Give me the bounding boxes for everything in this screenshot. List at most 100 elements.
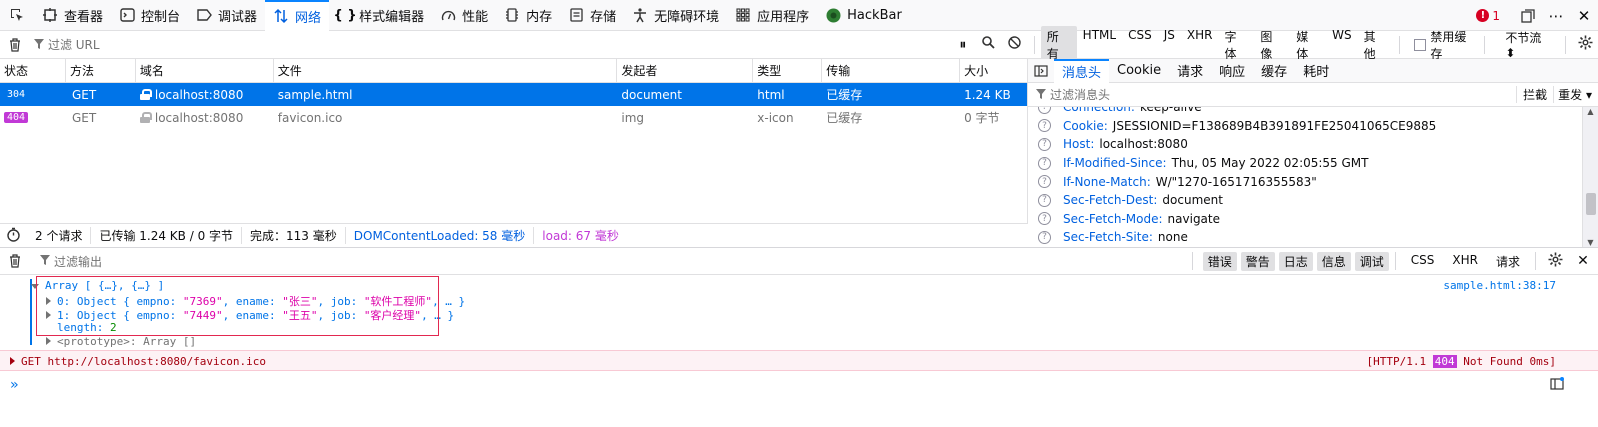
- header-row[interactable]: ? Host: localhost:8080: [1028, 135, 1580, 154]
- block-requests-icon[interactable]: [1002, 36, 1028, 53]
- clear-requests-icon[interactable]: [0, 37, 30, 52]
- http-prefix: [HTTP/1.1: [1366, 355, 1433, 368]
- tab-response[interactable]: 响应: [1211, 59, 1253, 83]
- request-row[interactable]: 304 GET localhost:8080 sample.html docum…: [0, 83, 1027, 106]
- help-icon[interactable]: ?: [1038, 107, 1051, 114]
- size-cell: 1.24 KB: [964, 87, 1011, 102]
- request-row[interactable]: 404 GET localhost:8080 favicon.ico img x…: [0, 106, 1027, 129]
- column-size[interactable]: 大小: [960, 59, 1027, 82]
- help-icon[interactable]: ?: [1038, 137, 1051, 151]
- column-initiator[interactable]: 发起者: [617, 59, 754, 82]
- editor-mode-icon[interactable]: [1550, 377, 1564, 394]
- log-level-button[interactable]: 错误: [1202, 251, 1237, 271]
- network-error-row[interactable]: GET http://localhost:8080/favicon.ico [H…: [0, 350, 1598, 371]
- console-filter-input[interactable]: 过滤输出: [30, 253, 1186, 270]
- header-row[interactable]: ? Sec-Fetch-Mode: navigate: [1028, 210, 1580, 229]
- tab-inspector[interactable]: 查看器: [34, 0, 111, 31]
- column-domain[interactable]: 域名: [136, 59, 274, 82]
- pause-icon[interactable]: ⏸: [950, 37, 976, 53]
- header-value: Thu, 05 May 2022 02:05:55 GMT: [1171, 156, 1369, 171]
- tab-console[interactable]: 控制台: [111, 0, 188, 31]
- throttle-select[interactable]: 不节流 ⬍: [1505, 29, 1555, 60]
- divider: [1033, 35, 1035, 54]
- column-file[interactable]: 文件: [274, 59, 618, 82]
- type-filter-button[interactable]: 其他: [1358, 26, 1394, 64]
- column-transfer[interactable]: 传输: [822, 59, 961, 82]
- request-list: 状态 方法 域名 文件 发起者 类型 传输 大小 304 GET localho…: [0, 59, 1028, 247]
- header-row[interactable]: ? Cookie: JSESSIONID=F138689B4B391891FE250…: [1028, 117, 1580, 136]
- block-button[interactable]: 拦截: [1516, 86, 1553, 103]
- tab-accessibility[interactable]: 无障碍环境: [624, 0, 727, 31]
- expand-arrow-icon[interactable]: [10, 357, 15, 365]
- http-suffix: Not Found 0ms]: [1456, 355, 1556, 368]
- array-prototype[interactable]: <prototype>: Array []: [46, 335, 196, 348]
- tab-style-editor[interactable]: { } 样式编辑器: [329, 0, 432, 31]
- scroll-down-icon[interactable]: ▼: [1583, 238, 1598, 247]
- clear-console-icon[interactable]: [0, 254, 30, 268]
- log-level-button[interactable]: 警告: [1240, 251, 1275, 271]
- tab-memory[interactable]: 内存: [496, 0, 560, 31]
- header-row[interactable]: ? If-None-Match: W/"1270-1651716355583": [1028, 172, 1580, 191]
- search-icon[interactable]: [976, 36, 1002, 53]
- method-cell: GET: [71, 110, 97, 125]
- tab-storage[interactable]: 存储: [560, 0, 624, 31]
- tab-debugger[interactable]: 调试器: [188, 0, 265, 31]
- console-filter-placeholder: 过滤输出: [54, 254, 103, 269]
- more-options-icon[interactable]: ⋯: [1542, 0, 1570, 31]
- header-row[interactable]: ? Sec-Fetch-Site: none: [1028, 228, 1580, 247]
- resend-button[interactable]: 重发 ▾: [1553, 86, 1598, 103]
- accessibility-icon: [632, 7, 648, 23]
- log-level-button[interactable]: 调试: [1354, 251, 1389, 271]
- url-filter-input[interactable]: 过滤 URL: [30, 36, 950, 53]
- column-method[interactable]: 方法: [66, 59, 136, 82]
- help-icon[interactable]: ?: [1038, 230, 1051, 244]
- header-name: Host:: [1063, 137, 1095, 152]
- header-row[interactable]: ? If-Modified-Since: Thu, 05 May 2022 02:0…: [1028, 154, 1580, 173]
- help-icon[interactable]: ?: [1038, 156, 1051, 170]
- column-status[interactable]: 状态: [0, 59, 66, 82]
- source-link[interactable]: sample.html:38:17: [1443, 279, 1556, 292]
- scroll-thumb[interactable]: [1586, 193, 1596, 215]
- close-console-icon[interactable]: ✕: [1568, 253, 1598, 269]
- toggle-sidebar-icon[interactable]: [1028, 59, 1054, 83]
- header-name: If-None-Match:: [1063, 174, 1151, 189]
- tab-network[interactable]: 网络: [265, 0, 330, 31]
- help-icon[interactable]: ?: [1038, 175, 1051, 189]
- dock-toggle-icon[interactable]: [1514, 0, 1542, 31]
- tab-request[interactable]: 请求: [1169, 59, 1211, 83]
- console-extra-filter-button[interactable]: XHR: [1447, 252, 1483, 271]
- expand-arrow-icon[interactable]: [46, 337, 51, 345]
- tab-cookie[interactable]: Cookie: [1109, 59, 1169, 83]
- help-icon[interactable]: ?: [1038, 119, 1051, 133]
- tab-headers[interactable]: 消息头: [1054, 58, 1110, 83]
- headers-scrollbar[interactable]: ▲ ▼: [1582, 107, 1598, 247]
- console-extra-filter-button[interactable]: 请求: [1491, 252, 1525, 271]
- header-name: Sec-Fetch-Dest:: [1063, 193, 1158, 208]
- help-icon[interactable]: ?: [1038, 212, 1051, 226]
- disable-cache-checkbox[interactable]: 禁用缓存: [1414, 28, 1478, 62]
- help-icon[interactable]: ?: [1038, 193, 1051, 207]
- checkbox-box[interactable]: [1414, 38, 1427, 51]
- log-level-button[interactable]: 日志: [1278, 251, 1313, 271]
- stopwatch-icon[interactable]: [0, 227, 27, 245]
- close-icon[interactable]: ✕: [1570, 0, 1598, 31]
- column-type[interactable]: 类型: [753, 59, 823, 82]
- console-input[interactable]: »: [0, 373, 1598, 397]
- transfer-cell: 已缓存: [826, 111, 863, 125]
- console-extra-filter-button[interactable]: CSS: [1406, 252, 1440, 271]
- tab-application[interactable]: 应用程序: [727, 0, 817, 31]
- settings-gear-icon[interactable]: [1572, 35, 1598, 54]
- tab-performance[interactable]: 性能: [432, 0, 496, 31]
- headers-filter-input[interactable]: 过滤消息头: [1050, 86, 1516, 103]
- scroll-up-icon[interactable]: ▲: [1583, 107, 1598, 116]
- header-row[interactable]: ? Connection: keep-alive: [1028, 107, 1580, 117]
- element-picker-icon[interactable]: [0, 0, 34, 31]
- console-settings-gear-icon[interactable]: [1542, 252, 1568, 271]
- tab-cache[interactable]: 缓存: [1253, 59, 1295, 83]
- log-level-button[interactable]: 信息: [1316, 251, 1351, 271]
- tab-timings[interactable]: 耗时: [1295, 59, 1337, 83]
- http-status[interactable]: [HTTP/1.1 404 Not Found 0ms]: [1367, 355, 1556, 368]
- error-count-badge[interactable]: ! 1: [1476, 9, 1500, 23]
- header-row[interactable]: ? Sec-Fetch-Dest: document: [1028, 191, 1580, 210]
- tab-hackbar[interactable]: HackBar: [817, 0, 910, 31]
